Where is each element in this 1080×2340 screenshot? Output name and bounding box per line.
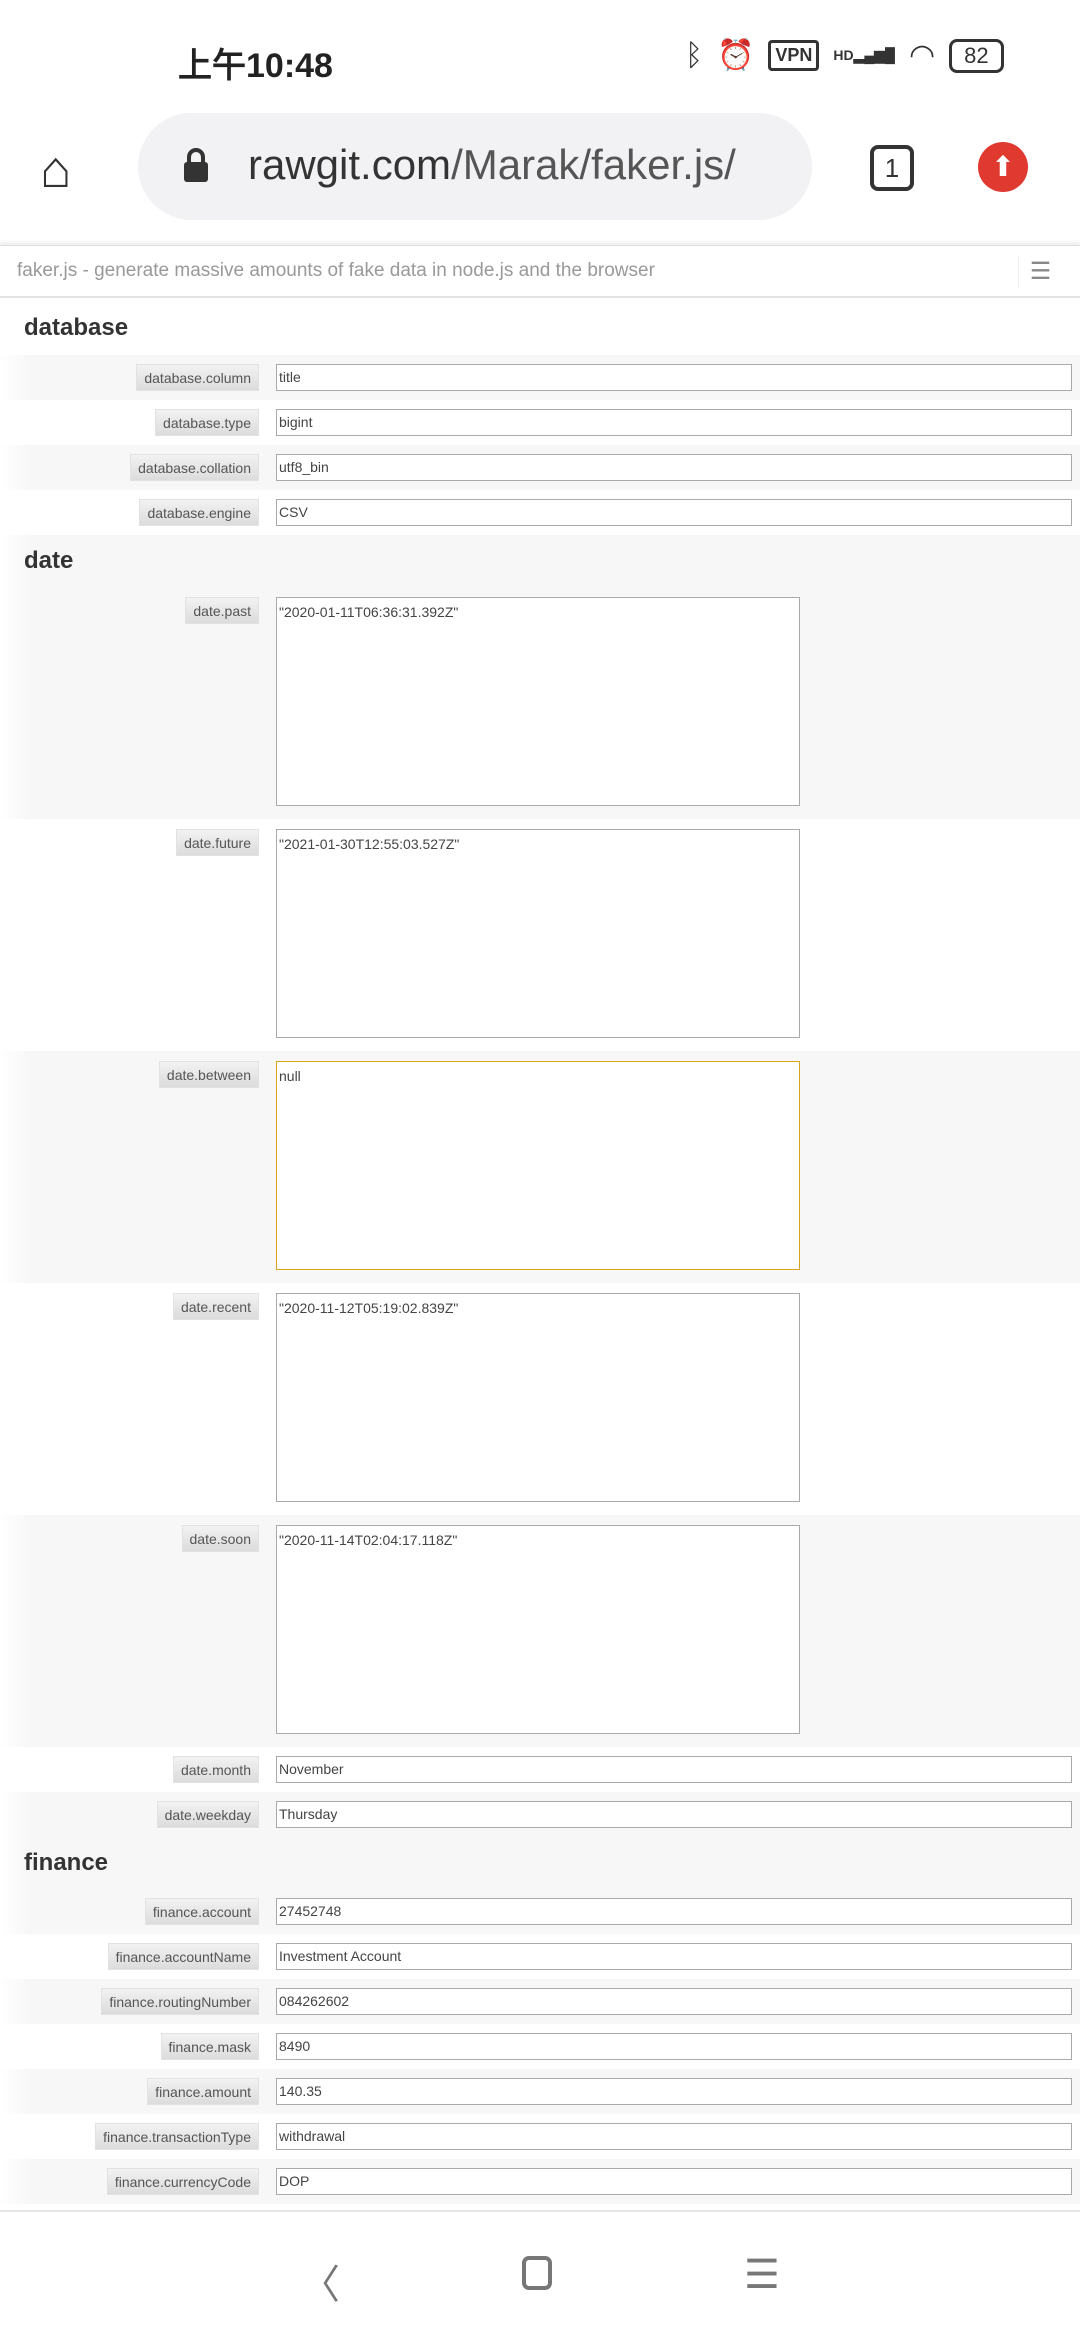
- recents-menu-icon[interactable]: ☰: [744, 2252, 780, 2298]
- field-input[interactable]: 27452748: [276, 1898, 1072, 1925]
- field-row: finance.amount 140.35: [0, 2069, 1080, 2114]
- field-input[interactable]: withdrawal: [276, 2123, 1072, 2150]
- page-header: faker.js - generate massive amounts of f…: [0, 245, 1080, 298]
- field-label-button[interactable]: database.type: [155, 409, 259, 436]
- section-heading: database: [0, 298, 1080, 355]
- home-icon[interactable]: ⌂: [40, 140, 71, 200]
- field-label-button[interactable]: date.future: [176, 829, 259, 856]
- field-row: date.between null: [0, 1051, 1080, 1283]
- field-list: database database.column title database.typ…: [0, 298, 1080, 2204]
- url-text: rawgit.com/Marak/faker.js/: [248, 141, 736, 188]
- clock: 上午10:48: [178, 47, 333, 85]
- alarm-icon: ⏰: [717, 39, 755, 72]
- status-bar: 上午10:48 ᛒ ⏰ VPN HD▂▄▆█ ◠ 82: [0, 0, 1080, 110]
- home-square-icon[interactable]: [522, 2256, 552, 2290]
- update-icon[interactable]: ⬆: [978, 142, 1028, 192]
- field-input[interactable]: 140.35: [276, 2078, 1072, 2105]
- field-input[interactable]: Thursday: [276, 1801, 1072, 1828]
- field-row: date.future "2021-01-30T12:55:03.527Z": [0, 819, 1080, 1051]
- field-row: finance.accountName Investment Account: [0, 1934, 1080, 1979]
- wifi-icon: ◠: [908, 39, 936, 72]
- hamburger-menu-icon[interactable]: ☰: [1018, 256, 1062, 288]
- field-row: database.column title: [0, 355, 1080, 400]
- field-row: date.weekday Thursday: [0, 1792, 1080, 1837]
- field-input[interactable]: utf8_bin: [276, 454, 1072, 481]
- field-row: finance.mask 8490: [0, 2024, 1080, 2069]
- bluetooth-icon: ᛒ: [685, 38, 703, 72]
- field-input[interactable]: bigint: [276, 409, 1072, 436]
- system-nav-bar: 〈 ☰: [0, 2210, 1080, 2340]
- field-label-button[interactable]: date.weekday: [156, 1801, 259, 1828]
- field-textarea[interactable]: "2021-01-30T12:55:03.527Z": [276, 829, 800, 1038]
- field-label-button[interactable]: date.past: [185, 597, 259, 624]
- field-row: finance.account 27452748: [0, 1889, 1080, 1934]
- field-textarea[interactable]: "2020-01-11T06:36:31.392Z": [276, 597, 800, 806]
- battery-icon: 82: [949, 38, 1004, 73]
- field-row: date.recent "2020-11-12T05:19:02.839Z": [0, 1283, 1080, 1515]
- page-title: faker.js - generate massive amounts of f…: [17, 260, 655, 281]
- field-label-button[interactable]: date.between: [158, 1061, 259, 1088]
- vpn-icon: VPN: [768, 40, 820, 71]
- signal-icon: HD▂▄▆█: [833, 47, 895, 63]
- field-label-button[interactable]: finance.currencyCode: [106, 2168, 259, 2195]
- field-row: database.collation utf8_bin: [0, 445, 1080, 490]
- tab-switcher-button[interactable]: 1: [870, 145, 914, 191]
- field-row: database.engine CSV: [0, 490, 1080, 535]
- field-label-button[interactable]: finance.mask: [160, 2033, 259, 2060]
- field-input[interactable]: 8490: [276, 2033, 1072, 2060]
- field-input[interactable]: title: [276, 364, 1072, 391]
- field-input[interactable]: November: [276, 1756, 1072, 1783]
- field-label-button[interactable]: date.recent: [172, 1293, 259, 1320]
- field-textarea[interactable]: null: [276, 1061, 800, 1270]
- back-icon[interactable]: 〈: [300, 2252, 340, 2310]
- section-heading: date: [0, 535, 1080, 587]
- field-row: date.soon "2020-11-14T02:04:17.118Z": [0, 1515, 1080, 1747]
- field-label-button[interactable]: finance.amount: [147, 2078, 259, 2105]
- field-row: database.type bigint: [0, 400, 1080, 445]
- field-label-button[interactable]: date.month: [172, 1756, 259, 1783]
- field-row: date.past "2020-01-11T06:36:31.392Z": [0, 587, 1080, 819]
- field-input[interactable]: 084262602: [276, 1988, 1072, 2015]
- field-label-button[interactable]: finance.transactionType: [95, 2123, 259, 2150]
- field-label-button[interactable]: date.soon: [181, 1525, 259, 1552]
- field-textarea[interactable]: "2020-11-12T05:19:02.839Z": [276, 1293, 800, 1502]
- lock-icon: [184, 148, 208, 182]
- field-row: finance.routingNumber 084262602: [0, 1979, 1080, 2024]
- field-input[interactable]: Investment Account: [276, 1943, 1072, 1970]
- field-row: date.month November: [0, 1747, 1080, 1792]
- field-row: finance.transactionType withdrawal: [0, 2114, 1080, 2159]
- field-input[interactable]: DOP: [276, 2168, 1072, 2195]
- field-input[interactable]: CSV: [276, 499, 1072, 526]
- address-bar[interactable]: rawgit.com/Marak/faker.js/: [138, 113, 812, 220]
- field-label-button[interactable]: finance.routingNumber: [101, 1988, 259, 2015]
- section-heading: finance: [0, 1837, 1080, 1889]
- field-label-button[interactable]: database.collation: [130, 454, 259, 481]
- field-label-button[interactable]: finance.accountName: [107, 1943, 259, 1970]
- field-label-button[interactable]: finance.account: [144, 1898, 259, 1925]
- field-label-button[interactable]: database.engine: [139, 499, 259, 526]
- field-row: finance.currencyCode DOP: [0, 2159, 1080, 2204]
- field-textarea[interactable]: "2020-11-14T02:04:17.118Z": [276, 1525, 800, 1734]
- field-label-button[interactable]: database.column: [136, 364, 259, 391]
